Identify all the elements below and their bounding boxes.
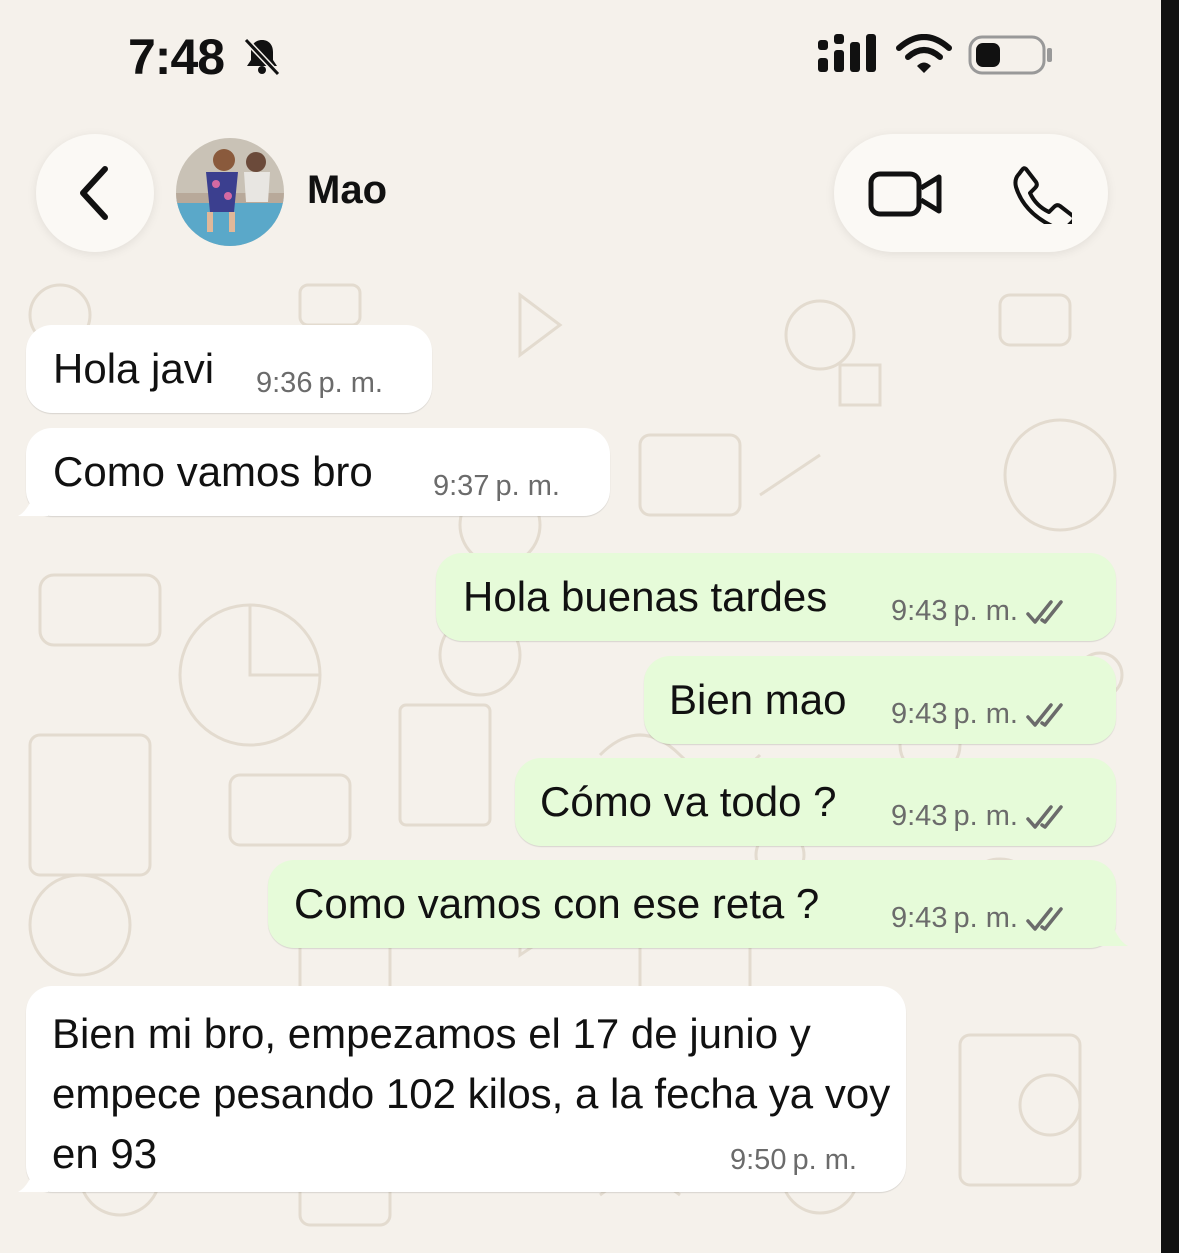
back-button[interactable] (36, 134, 154, 252)
call-actions (834, 134, 1108, 252)
message-timestamp: 9:43 p. m. (891, 595, 1066, 628)
status-bar: 7:48 (0, 0, 1161, 110)
contact-name[interactable]: Mao (307, 168, 387, 213)
double-check-icon (1026, 702, 1063, 727)
message-bubble-outgoing[interactable]: Como vamos con ese reta ? 9:43 p. m. (268, 860, 1116, 948)
message-bubble-outgoing[interactable]: Bien mao 9:43 p. m. (644, 656, 1116, 744)
message-text: Hola buenas tardes (463, 573, 828, 620)
message-text: Hola javi (53, 345, 215, 392)
message-timestamp: 9:37 p. m. (433, 470, 560, 502)
bubble-tail (18, 1158, 48, 1192)
message-text: Cómo va todo ? (540, 778, 837, 825)
message-text: Bien mao (669, 676, 847, 723)
bubble-tail (1098, 912, 1128, 946)
message-bubble-incoming[interactable]: Hola javi 9:36 p. m. (26, 325, 432, 413)
double-check-icon (1026, 906, 1063, 931)
double-check-icon (1026, 599, 1063, 624)
message-timestamp: 9:36 p. m. (256, 367, 383, 399)
message-bubble-outgoing[interactable]: Hola buenas tardes 9:43 p. m. (436, 553, 1116, 641)
message-bubble-outgoing[interactable]: Cómo va todo ? 9:43 p. m. (515, 758, 1116, 846)
status-time: 7:48 (128, 29, 225, 85)
double-check-icon (1026, 804, 1063, 829)
message-timestamp: 9:43 p. m. (891, 698, 1066, 731)
phone-call-icon[interactable] (1012, 164, 1072, 224)
screen-edge (1161, 0, 1179, 1253)
wifi-icon (896, 34, 952, 73)
battery-icon (968, 35, 1052, 75)
message-bubble-incoming[interactable]: Como vamos bro 9:37 p. m. (26, 428, 610, 516)
message-timestamp: 9:43 p. m. (891, 902, 1066, 935)
chevron-left-icon (80, 166, 108, 220)
avatar[interactable] (176, 138, 284, 246)
signal-icon (818, 34, 876, 72)
message-text: Como vamos bro (53, 448, 373, 495)
message-bubble-incoming[interactable]: Bien mi bro, empezamos el 17 de junio y … (26, 986, 906, 1192)
message-timestamp: 9:50 p. m. (730, 1144, 857, 1176)
bubble-tail (18, 482, 48, 516)
message-timestamp: 9:43 p. m. (891, 800, 1066, 833)
message-text: Como vamos con ese reta ? (294, 880, 820, 927)
video-call-icon[interactable] (868, 168, 944, 220)
bell-slash-icon (243, 37, 281, 77)
